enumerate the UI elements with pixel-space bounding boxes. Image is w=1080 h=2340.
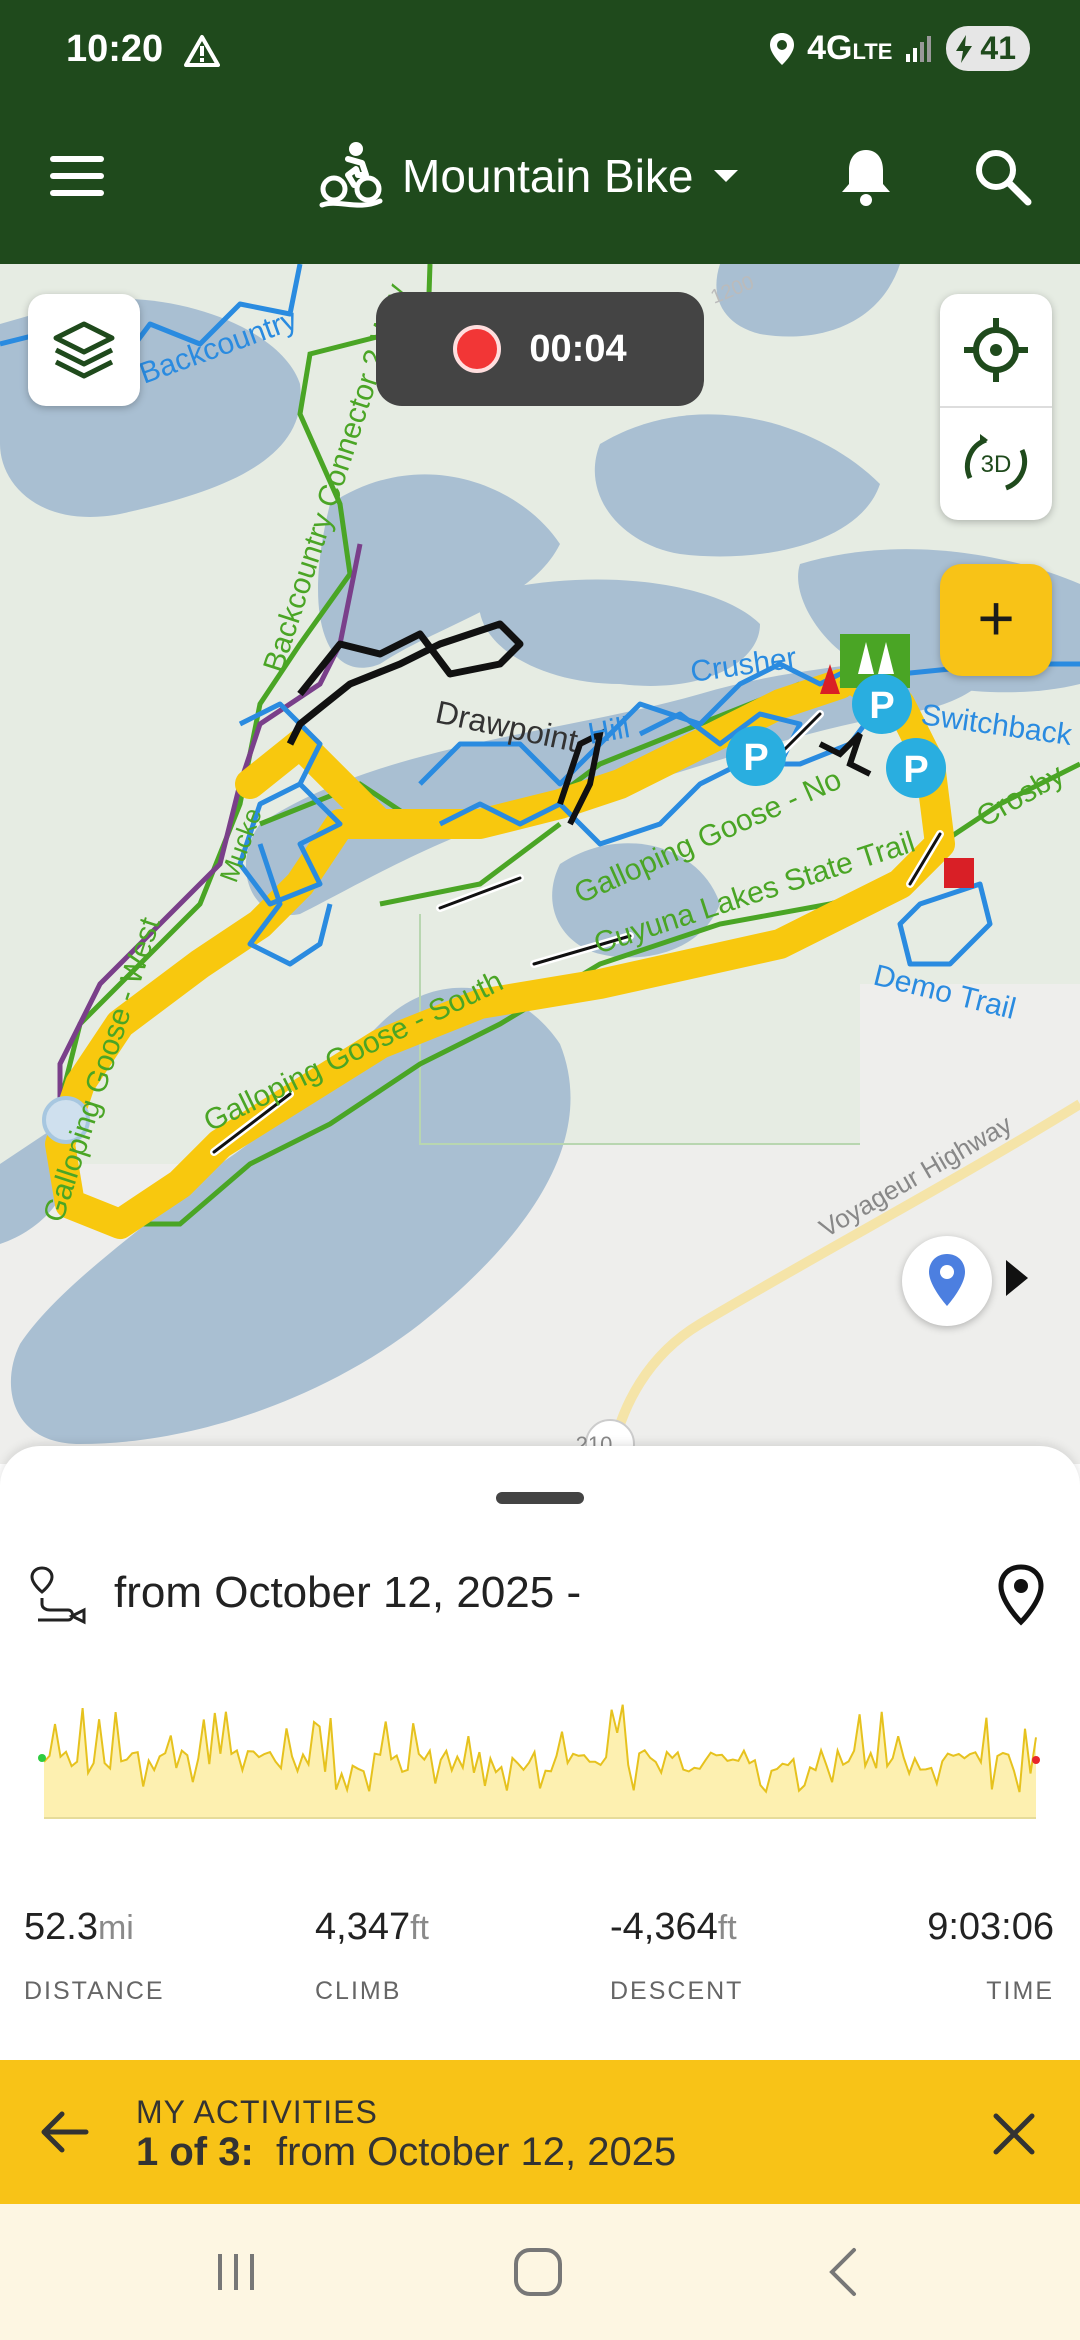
sheet-handle[interactable] [496, 1492, 584, 1504]
activity-title: from October 12, 2025 - [114, 1568, 582, 1617]
stat-time: 9:03:06 TIME [927, 1906, 1054, 2005]
warning-icon [184, 35, 220, 67]
add-button[interactable]: + [940, 564, 1052, 676]
network-type: 4GLTE [807, 29, 893, 67]
svg-text:P: P [869, 685, 894, 727]
activities-banner[interactable]: MY ACTIVITIES 1 of 3: from October 12, 2… [0, 2060, 1080, 2204]
top-bar: 10:20 4GLTE 41 Mountain Bike [0, 0, 1080, 264]
map-pin-icon [929, 1254, 965, 1306]
activity-selector[interactable]: Mountain Bike [318, 136, 740, 216]
layers-icon [53, 321, 115, 379]
pin-button[interactable] [902, 1236, 992, 1326]
chevron-down-icon [713, 170, 738, 182]
svg-text:3D: 3D [981, 451, 1012, 478]
recording-timer: 00:04 [529, 327, 627, 370]
app-bar: Mountain Bike [0, 100, 1080, 264]
svg-text:P: P [743, 737, 768, 779]
elevation-profile[interactable] [30, 1674, 1050, 1836]
place-icon[interactable] [996, 1564, 1046, 1626]
record-dot-icon [453, 325, 502, 373]
svg-text:P: P [903, 749, 928, 791]
activity-name: Mountain Bike [402, 150, 694, 202]
system-nav-bar [0, 2204, 1080, 2340]
layers-button[interactable] [28, 294, 140, 406]
map-view[interactable]: P P P Backcountry Backcountry Connector … [0, 264, 1080, 1464]
activity-stats: 52.3mi DISTANCE 4,347ft CLIMB -4,364ft D… [0, 1906, 1080, 2026]
banner-activity: 1 of 3: from October 12, 2025 [136, 2130, 677, 2174]
search-icon[interactable] [972, 146, 1032, 206]
expand-arrow-icon[interactable] [1004, 1258, 1030, 1298]
back-icon[interactable] [814, 2242, 874, 2302]
stat-distance: 52.3mi DISTANCE [24, 1906, 165, 2005]
recording-indicator[interactable]: 00:04 [376, 292, 704, 406]
route-icon [30, 1566, 86, 1625]
3d-toggle-icon[interactable]: 3D [940, 408, 1052, 520]
crosshair-icon[interactable] [940, 294, 1052, 406]
battery-indicator: 41 [946, 26, 1030, 71]
stat-climb: 4,347ft CLIMB [315, 1906, 429, 2005]
home-icon[interactable] [508, 2242, 568, 2302]
status-bar: 10:20 4GLTE 41 [0, 0, 1080, 100]
close-icon[interactable] [992, 2112, 1036, 2156]
map-view-controls: 3D [940, 294, 1052, 520]
status-time: 10:20 [66, 28, 164, 70]
profile-end-dot [1032, 1756, 1040, 1764]
charging-icon [956, 34, 973, 63]
bell-icon[interactable] [838, 144, 894, 208]
signal-icon [906, 35, 932, 62]
stat-descent: -4,364ft DESCENT [610, 1906, 744, 2005]
location-icon [770, 32, 795, 65]
banner-section: MY ACTIVITIES [136, 2094, 378, 2130]
menu-icon[interactable] [50, 156, 104, 196]
arrow-left-icon[interactable] [40, 2108, 90, 2156]
profile-start-dot [38, 1754, 46, 1762]
activity-sheet: from October 12, 2025 - 52.3mi DISTANCE … [0, 1446, 1080, 2060]
recents-icon[interactable] [206, 2242, 266, 2302]
mountain-bike-icon [319, 142, 383, 208]
